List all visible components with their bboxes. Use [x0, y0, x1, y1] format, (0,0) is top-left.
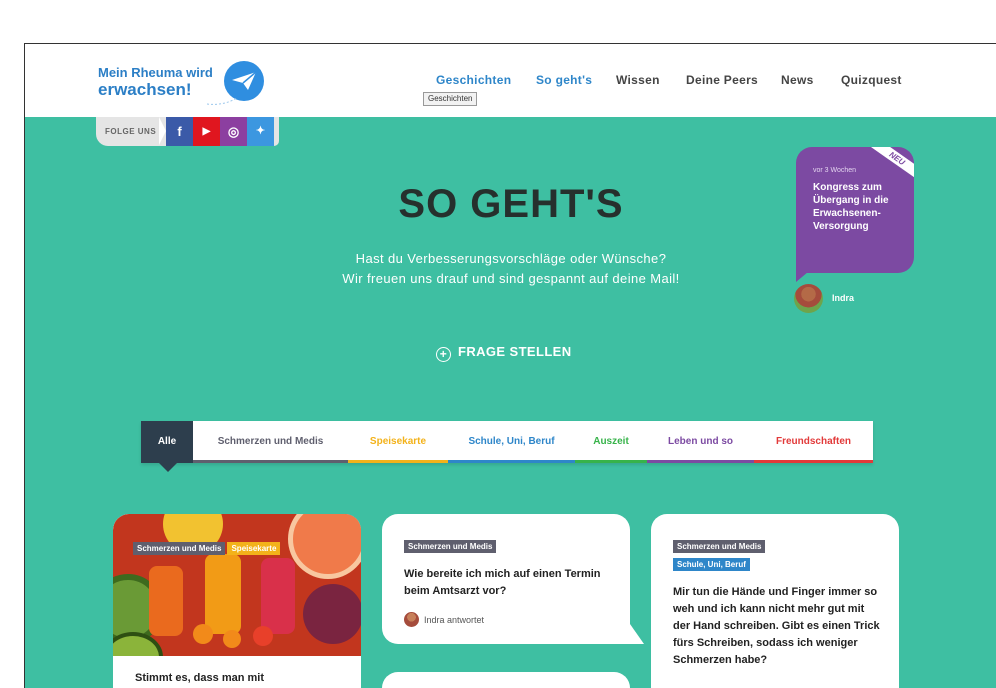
instagram-icon[interactable]: ◎ [220, 117, 247, 146]
nav-wissen[interactable]: Wissen [616, 73, 660, 87]
ask-question-button[interactable]: + FRAGE STELLEN [436, 344, 572, 362]
nav-deine-peers[interactable]: Deine Peers [686, 73, 758, 87]
tab-auszeit[interactable]: Auszeit [575, 421, 647, 463]
facebook-icon[interactable]: f [166, 117, 193, 146]
tab-alle[interactable]: Alle [141, 421, 193, 463]
question-card-3[interactable]: Schmerzen und Medis Schule, Uni, Beruf M… [651, 514, 899, 688]
news-title: Kongress zum Übergang in die Erwachsenen… [813, 182, 889, 232]
flight-path-decoration [206, 97, 238, 105]
card-3-tags: Schmerzen und Medis Schule, Uni, Beruf [673, 536, 873, 572]
logo-line-2: erwachsen! [98, 80, 192, 99]
question-card-2[interactable]: Schmerzen und Medis Wie bereite ich mich… [382, 514, 630, 644]
card-2-tags: Schmerzen und Medis [404, 536, 498, 554]
tab-schmerzen-und-medis[interactable]: Schmerzen und Medis [193, 421, 348, 463]
tab-freundschaften[interactable]: Freundschaften [754, 421, 873, 463]
plus-circle-icon: + [436, 347, 451, 362]
hero-subtitle-line-2: Wir freuen uns drauf und sind gespannt a… [342, 271, 680, 286]
avatar [404, 612, 419, 627]
nav-so-gehts[interactable]: So geht's [536, 73, 592, 87]
question-card-4[interactable] [382, 672, 630, 688]
card-1-tags: Schmerzen und Medis Speisekarte [133, 538, 282, 556]
nav-tooltip: Geschichten [423, 92, 478, 106]
nav-geschichten[interactable]: Geschichten [436, 73, 511, 87]
active-tab-pointer [159, 463, 177, 472]
youtube-icon[interactable]: ▶ [193, 117, 220, 146]
ask-question-label: FRAGE STELLEN [458, 344, 572, 359]
news-time: vor 3 Wochen [813, 167, 857, 174]
logo-line-1: Mein Rheuma wird [98, 65, 213, 80]
twitter-icon[interactable]: ✦ [247, 117, 274, 146]
tab-leben-und-so[interactable]: Leben und so [647, 421, 754, 463]
card-2-bubble-tail [630, 624, 644, 644]
site-logo[interactable]: Mein Rheuma wird erwachsen! [98, 64, 213, 98]
news-bubble[interactable]: NEU vor 3 Wochen Kongress zum Übergang i… [796, 147, 914, 273]
new-badge: NEU [865, 147, 914, 184]
card-2-answer-label: Indra antwortet [424, 615, 485, 625]
category-filter-tabs: Alle Schmerzen und Medis Speisekarte Sch… [141, 421, 873, 463]
nav-quizquest[interactable]: Quizquest [841, 73, 902, 87]
tag-schmerzen-und-medis[interactable]: Schmerzen und Medis [404, 540, 497, 553]
tag-schule-uni-beruf[interactable]: Schule, Uni, Beruf [673, 558, 750, 571]
tab-speisekarte[interactable]: Speisekarte [348, 421, 448, 463]
social-arrow-icon [159, 117, 166, 145]
nav-news[interactable]: News [781, 73, 814, 87]
site-header: Mein Rheuma wird erwachsen! Geschichten … [25, 44, 996, 117]
tag-schmerzen-und-medis[interactable]: Schmerzen und Medis [673, 540, 766, 553]
news-bubble-tail [796, 272, 808, 282]
social-bar: FOLGE UNS f ▶ ◎ ✦ [96, 117, 279, 146]
tag-schmerzen-und-medis[interactable]: Schmerzen und Medis [133, 542, 226, 555]
card-3-question: Mir tun die Hände und Finger immer so we… [673, 586, 880, 666]
social-label: FOLGE UNS [105, 127, 157, 136]
card-2-answer-info: Indra antwortet [404, 612, 484, 627]
smoothie-photo [113, 514, 361, 656]
avatar [794, 284, 823, 313]
tab-schule-uni-beruf[interactable]: Schule, Uni, Beruf [448, 421, 575, 463]
browser-viewport: Mein Rheuma wird erwachsen! Geschichten … [24, 43, 996, 688]
card-1-question: Stimmt es, dass man mit [135, 672, 264, 684]
news-author: Indra [832, 293, 855, 303]
card-2-question: Wie bereite ich mich auf einen Termin be… [404, 568, 601, 597]
tag-speisekarte[interactable]: Speisekarte [227, 542, 281, 555]
question-card-1[interactable]: Schmerzen und Medis Speisekarte Stimmt es… [113, 514, 361, 688]
